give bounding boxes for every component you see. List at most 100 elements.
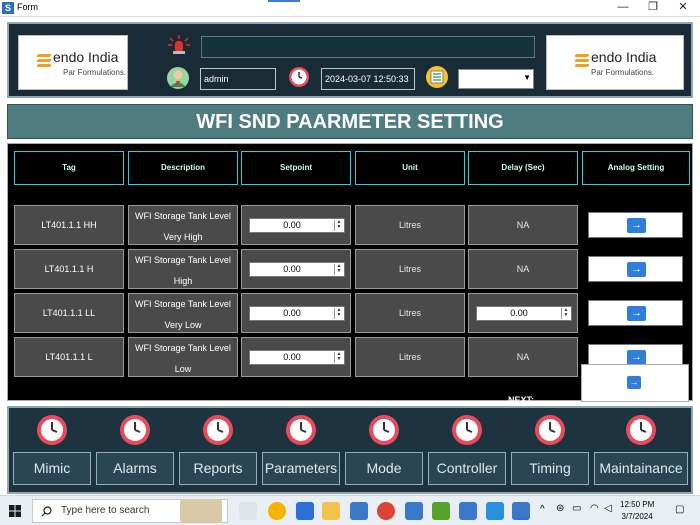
search-icon bbox=[41, 506, 52, 517]
nav-maintainance-button[interactable]: Maintainance bbox=[594, 452, 688, 485]
logo-tagline: Par Formulations. bbox=[63, 68, 127, 77]
row-delay: NA bbox=[468, 337, 578, 377]
setpoint-cell: 0.00 ▲ ▼ bbox=[241, 249, 351, 289]
desc-line2: High bbox=[173, 276, 193, 286]
chevron-down-icon: ▼ bbox=[523, 73, 531, 82]
row-delay: NA bbox=[468, 205, 578, 245]
row-description: WFI Storage Tank Level Very Low bbox=[128, 293, 238, 333]
delay-input[interactable]: 0.00 ▲ ▼ bbox=[476, 306, 572, 321]
volume-icon[interactable]: ◁ bbox=[604, 503, 612, 514]
chrome-alt-icon[interactable] bbox=[377, 502, 395, 520]
row-tag: LT401.1.1 LL bbox=[14, 293, 124, 333]
setpoint-input[interactable]: 0.00 ▲ ▼ bbox=[249, 262, 345, 277]
spinner-icon[interactable]: ▲ ▼ bbox=[334, 308, 343, 319]
logo-brand-suffix: India bbox=[622, 49, 657, 65]
clock-icon bbox=[535, 415, 565, 445]
plant-icon[interactable] bbox=[432, 502, 450, 520]
next-label: NEXT: bbox=[508, 395, 535, 405]
arrow-right-icon: → bbox=[627, 306, 646, 321]
battery-icon[interactable]: ▭ bbox=[572, 503, 581, 514]
title-accent bbox=[268, 0, 300, 2]
header-panel: endo India Par Formulations. admin 2024-… bbox=[7, 22, 693, 98]
notifications-icon[interactable]: ▢ bbox=[675, 504, 684, 515]
network-icon[interactable]: ⊜ bbox=[556, 503, 564, 514]
col-header-unit: Unit bbox=[355, 151, 465, 185]
taskbar-clock[interactable]: 12:50 PM 3/7/2024 bbox=[620, 499, 654, 523]
desc-line2: Very Low bbox=[164, 320, 202, 330]
mail-icon[interactable] bbox=[296, 502, 314, 520]
task-view-icon[interactable] bbox=[239, 502, 257, 520]
datetime-field: 2024-03-07 12:50:33 bbox=[321, 68, 415, 90]
windows-taskbar: Type here to search ^ ⊜ ▭ ◠ ◁ 12:50 PM 3… bbox=[0, 495, 700, 525]
close-button[interactable]: ✕ bbox=[668, 0, 698, 16]
desc-line2: Very High bbox=[163, 232, 203, 242]
setpoint-value: 0.00 bbox=[283, 308, 301, 318]
app-s3-icon[interactable] bbox=[459, 502, 477, 520]
chrome-icon[interactable] bbox=[268, 502, 286, 520]
spinner-icon[interactable]: ▲ ▼ bbox=[334, 264, 343, 275]
nav-parameters-button[interactable]: Parameters bbox=[262, 452, 340, 485]
row-description: WFI Storage Tank Level Low bbox=[128, 337, 238, 377]
app-icon: S bbox=[2, 2, 14, 14]
nav-mode-button[interactable]: Mode bbox=[345, 452, 423, 485]
row-tag: LT401.1.1 HH bbox=[14, 205, 124, 245]
arrow-right-icon: → bbox=[627, 262, 646, 277]
row-description: WFI Storage Tank Level Very High bbox=[128, 205, 238, 245]
col-header-delay: Delay (Sec) bbox=[468, 151, 578, 185]
col-header-tag: Tag bbox=[14, 151, 124, 185]
setpoint-cell: 0.00 ▲ ▼ bbox=[241, 205, 351, 245]
arrow-right-icon: → bbox=[627, 350, 646, 365]
setpoint-cell: 0.00 ▲ ▼ bbox=[241, 337, 351, 377]
logo-brand: endo bbox=[53, 49, 85, 65]
row-unit: Litres bbox=[355, 205, 465, 245]
alarm-siren-icon[interactable] bbox=[167, 34, 191, 56]
setpoint-value: 0.00 bbox=[283, 352, 301, 362]
clock-icon bbox=[120, 415, 150, 445]
alarm-message-box bbox=[201, 36, 535, 58]
wifi-icon[interactable]: ◠ bbox=[590, 503, 599, 514]
next-button[interactable]: → bbox=[581, 364, 689, 402]
calendar-list-icon[interactable] bbox=[426, 65, 448, 89]
windows-start-icon[interactable] bbox=[9, 505, 21, 517]
vscode-icon[interactable] bbox=[486, 502, 504, 520]
nav-alarms-button[interactable]: Alarms bbox=[96, 452, 174, 485]
search-placeholder: Type here to search bbox=[61, 505, 150, 516]
row-tag: LT401.1.1 H bbox=[14, 249, 124, 289]
setpoint-input[interactable]: 0.00 ▲ ▼ bbox=[249, 306, 345, 321]
logo-mark-icon bbox=[36, 54, 52, 67]
analog-setting-button[interactable]: → bbox=[588, 300, 683, 326]
setpoint-input[interactable]: 0.00 ▲ ▼ bbox=[249, 350, 345, 365]
minimize-button[interactable]: — bbox=[608, 0, 638, 16]
clock-icon bbox=[626, 415, 656, 445]
row-delay: NA bbox=[468, 249, 578, 289]
clock-icon bbox=[286, 415, 316, 445]
setpoint-input[interactable]: 0.00 ▲ ▼ bbox=[249, 218, 345, 233]
chevron-up-icon[interactable]: ^ bbox=[540, 504, 545, 515]
row-unit: Litres bbox=[355, 249, 465, 289]
nav-controller-button[interactable]: Controller bbox=[428, 452, 506, 485]
clock-icon bbox=[452, 415, 482, 445]
nav-timing-button[interactable]: Timing bbox=[511, 452, 589, 485]
logo-brand-suffix: India bbox=[84, 49, 119, 65]
search-highlight-image bbox=[180, 499, 222, 523]
bottom-navigation: Mimic Alarms Reports Parameters Mode Con… bbox=[7, 406, 693, 494]
spinner-icon[interactable]: ▲ ▼ bbox=[561, 308, 570, 319]
app-s-active-icon[interactable] bbox=[512, 502, 530, 520]
delay-value: 0.00 bbox=[510, 308, 528, 318]
spinner-icon[interactable]: ▲ ▼ bbox=[334, 220, 343, 231]
mode-dropdown[interactable]: ▼ bbox=[458, 69, 534, 89]
desc-line1: WFI Storage Tank Level bbox=[135, 255, 231, 265]
app-s2-icon[interactable] bbox=[405, 502, 423, 520]
maximize-button[interactable]: ❐ bbox=[638, 0, 668, 16]
app-s-icon[interactable] bbox=[350, 502, 368, 520]
page-title: WFI SND PAARMETER SETTING bbox=[196, 111, 504, 133]
analog-cell: → bbox=[582, 293, 690, 333]
analog-setting-button[interactable]: → bbox=[588, 212, 683, 238]
analog-setting-button[interactable]: → bbox=[588, 256, 683, 282]
clock-icon bbox=[289, 67, 309, 87]
file-explorer-icon[interactable] bbox=[322, 502, 340, 520]
nav-reports-button[interactable]: Reports bbox=[179, 452, 257, 485]
desc-line2: Low bbox=[174, 364, 192, 374]
nav-mimic-button[interactable]: Mimic bbox=[13, 452, 91, 485]
spinner-icon[interactable]: ▲ ▼ bbox=[334, 352, 343, 363]
